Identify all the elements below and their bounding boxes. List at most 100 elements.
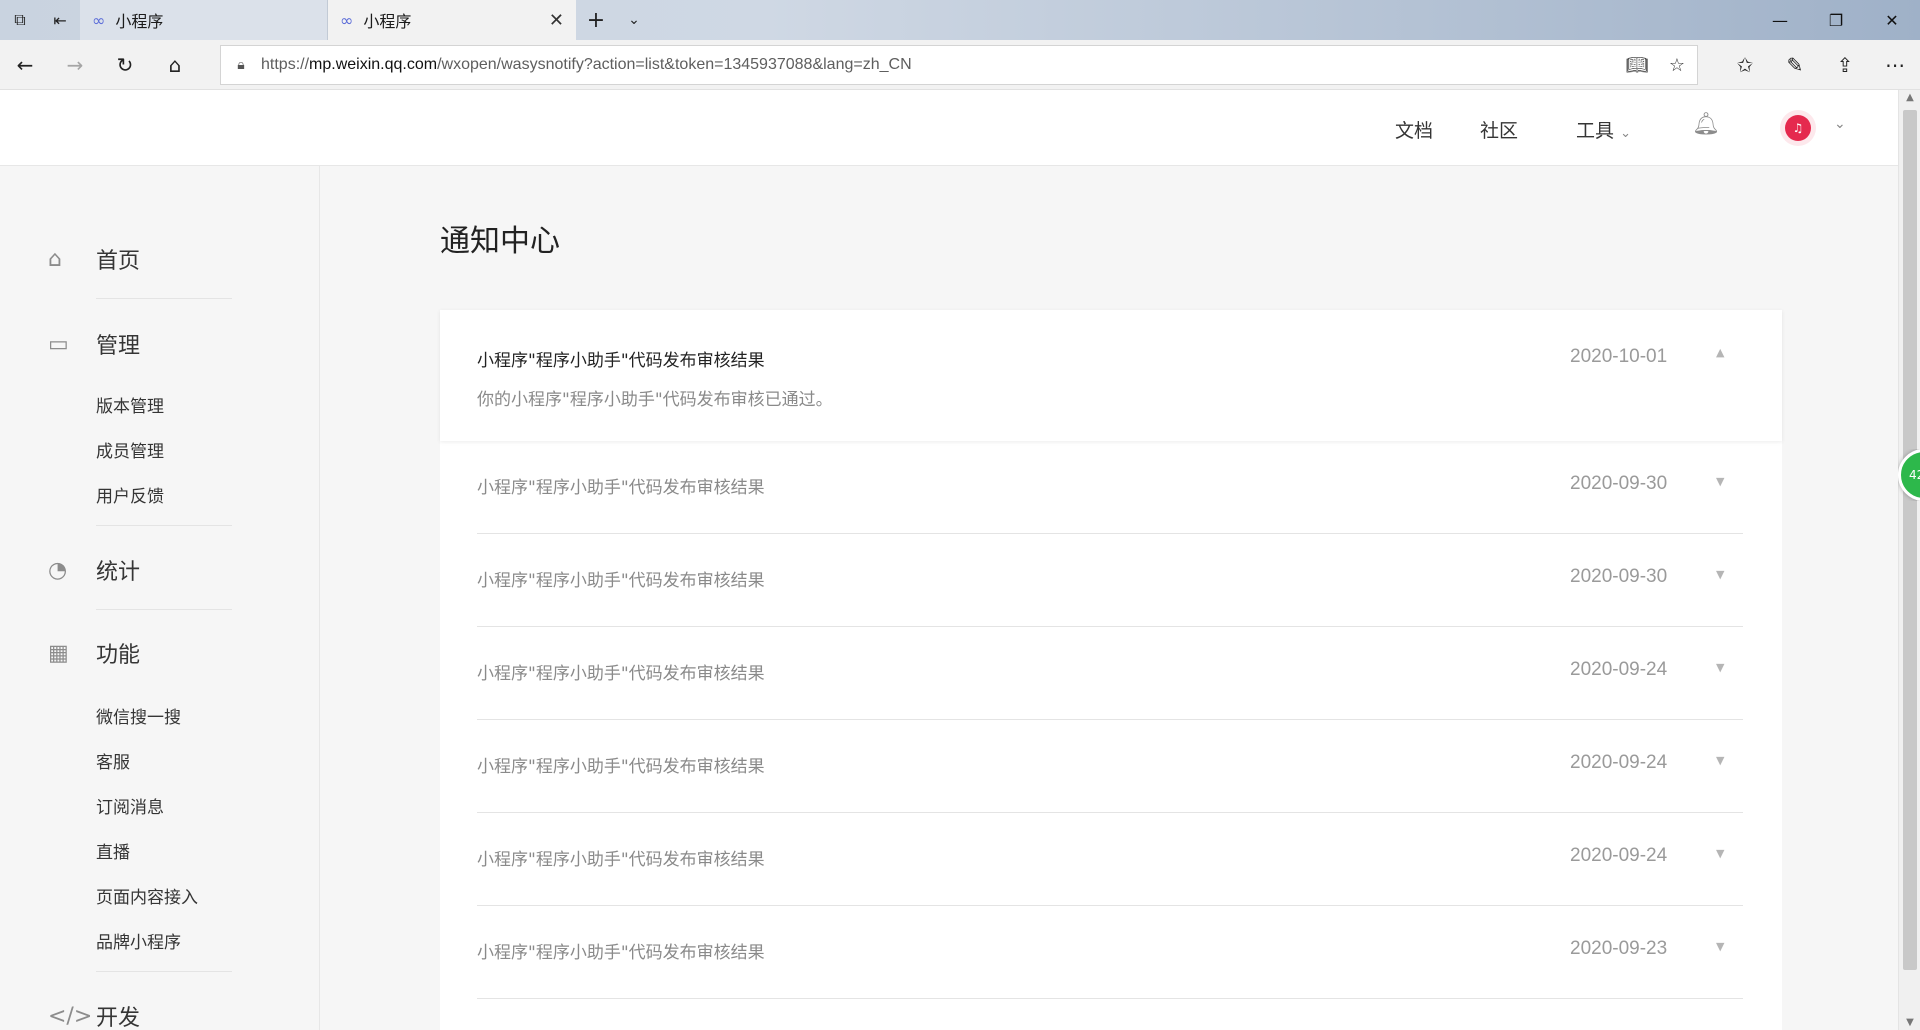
expand-caret-icon[interactable]: ▼	[1716, 940, 1724, 953]
divider	[96, 971, 232, 972]
notification-date: 2020-09-24	[1570, 659, 1668, 680]
divider	[96, 525, 232, 526]
list-item[interactable]: 小程序"程序小助手"代码发布审核结果 2020-09-30 ▼	[477, 534, 1743, 627]
page-scrollbar[interactable]: ▲ ▼	[1898, 90, 1920, 1030]
close-tab-icon[interactable]: ✕	[549, 10, 564, 31]
address-bar[interactable]: 🔒︎ https://mp.weixin.qq.com/wxopen/wasys…	[220, 45, 1698, 85]
grid-icon: ▦	[48, 640, 69, 666]
expand-caret-icon[interactable]: ▼	[1716, 661, 1724, 674]
expand-caret-icon[interactable]: ▼	[1716, 475, 1724, 488]
sidebar-subitem-live[interactable]: 直播	[96, 838, 130, 863]
site-header: 文档 社区 工具 ⌄ 🔔︎ ♫ ⌄	[0, 90, 1898, 166]
forward-button[interactable]: →	[50, 40, 100, 90]
sidebar: ⌂ 首页 ▭ 管理 版本管理 成员管理 用户反馈 ◔ 统计 ▦ 功能 微信搜一搜 客服 …	[0, 166, 320, 1030]
tools-menu[interactable]: 工具 ⌄	[1576, 116, 1631, 143]
sidebar-subitem-version[interactable]: 版本管理	[96, 392, 164, 417]
browser-tab-2[interactable]: ∞ 小程序 ✕	[328, 0, 576, 40]
more-icon[interactable]: ⋯	[1870, 40, 1920, 90]
pie-chart-icon: ◔	[48, 557, 68, 583]
tab-actions-icon[interactable]: ⧉	[0, 0, 40, 40]
notification-date: 2020-09-30	[1570, 473, 1668, 494]
notification-date: 2020-09-23	[1570, 938, 1668, 959]
divider	[96, 298, 232, 299]
close-window-button[interactable]: ✕	[1864, 0, 1920, 40]
floating-badge[interactable]: 42	[1898, 449, 1920, 501]
scrollbar-thumb[interactable]	[1903, 110, 1917, 970]
lock-icon[interactable]: 🔒︎	[221, 57, 261, 73]
minimize-button[interactable]: —	[1752, 0, 1808, 40]
avatar-logo-icon: ♫	[1785, 115, 1811, 141]
list-item[interactable]: 小程序"程序小助手"代码发布审核结果 2020-09-23 ▼	[477, 906, 1743, 999]
window-controls: — ❐ ✕	[1752, 0, 1920, 40]
home-button[interactable]: ⌂	[150, 40, 200, 90]
account-chevron-down-icon[interactable]: ⌄	[1834, 116, 1846, 132]
sidebar-subitem-search[interactable]: 微信搜一搜	[96, 703, 181, 728]
sidebar-item-stats[interactable]: ◔ 统计	[48, 554, 140, 586]
sidebar-item-label: 首页	[96, 249, 141, 274]
reading-view-icon[interactable]: 📖︎	[1617, 55, 1657, 76]
sidebar-item-dev[interactable]: </> 开发	[48, 1000, 140, 1030]
notification-title: 小程序"程序小助手"代码发布审核结果	[477, 757, 765, 777]
set-aside-tabs-icon[interactable]: ⇤	[40, 0, 80, 40]
share-icon[interactable]: ⇪	[1820, 40, 1870, 90]
home-icon: ⌂	[48, 246, 62, 272]
back-button[interactable]: ←	[0, 40, 50, 90]
refresh-button[interactable]: ↻	[100, 40, 150, 90]
tools-label: 工具	[1576, 120, 1615, 142]
list-item[interactable]: 小程序"程序小助手"代码发布审核结果 2020-09-30 ▼	[477, 441, 1743, 534]
browser-toolbar-right: ✩ ✎ ⇪ ⋯	[1720, 40, 1920, 90]
sidebar-subitem-members[interactable]: 成员管理	[96, 437, 164, 462]
chevron-down-icon: ⌄	[1620, 126, 1631, 141]
url-host: mp.weixin.qq.com	[309, 56, 438, 73]
browser-tab-1[interactable]: ∞ 小程序	[80, 0, 328, 40]
tab-list-chevron-icon[interactable]: ⌄	[616, 12, 652, 28]
sidebar-item-home[interactable]: ⌂ 首页	[48, 243, 140, 275]
notification-title: 小程序"程序小助手"代码发布审核结果	[477, 664, 765, 684]
notification-date: 2020-09-24	[1570, 845, 1668, 866]
community-link[interactable]: 社区	[1480, 116, 1518, 143]
page-title: 通知中心	[440, 224, 560, 259]
sidebar-item-label: 功能	[96, 643, 141, 668]
tab-title: 小程序	[363, 12, 412, 31]
sidebar-subitem-content[interactable]: 页面内容接入	[96, 883, 198, 908]
expand-caret-icon[interactable]: ▼	[1716, 754, 1724, 767]
scroll-down-icon[interactable]: ▼	[1899, 1017, 1920, 1028]
sidebar-subitem-feedback[interactable]: 用户反馈	[96, 482, 164, 507]
notification-expanded[interactable]: 小程序"程序小助手"代码发布审核结果 2020-10-01 ▲ 你的小程序"程序…	[440, 310, 1782, 441]
url-scheme: https://	[261, 56, 310, 73]
docs-link[interactable]: 文档	[1395, 116, 1433, 143]
badge-count: 42	[1898, 449, 1920, 501]
page: 文档 社区 工具 ⌄ 🔔︎ ♫ ⌄ ⌂ 首页 ▭ 管理 版本管理 成员管理 用户反馈…	[0, 90, 1898, 1030]
divider	[96, 609, 232, 610]
tab-title: 小程序	[115, 12, 164, 31]
sidebar-item-manage[interactable]: ▭ 管理	[48, 328, 140, 360]
code-icon: </>	[48, 1003, 93, 1029]
list-item[interactable]: 小程序"程序小助手"代码发布审核结果 2020-09-24 ▼	[477, 627, 1743, 720]
notification-date: 2020-09-24	[1570, 752, 1668, 773]
notification-date: 2020-09-30	[1570, 566, 1668, 587]
new-tab-button[interactable]: +	[576, 8, 616, 33]
scroll-up-icon[interactable]: ▲	[1899, 92, 1920, 103]
url-text[interactable]: https://mp.weixin.qq.com/wxopen/wasysnot…	[261, 56, 1617, 74]
favorite-star-icon[interactable]: ☆	[1657, 55, 1697, 76]
restore-button[interactable]: ❐	[1808, 0, 1864, 40]
list-item[interactable]: 小程序"程序小助手"代码发布审核结果 2020-09-24 ▼	[477, 720, 1743, 813]
notification-title: 小程序"程序小助手"代码发布审核结果	[477, 478, 765, 498]
favorites-icon[interactable]: ✩	[1720, 40, 1770, 90]
pen-notes-icon[interactable]: ✎	[1770, 40, 1820, 90]
sidebar-item-features[interactable]: ▦ 功能	[48, 637, 140, 669]
sidebar-item-label: 统计	[96, 560, 141, 585]
sidebar-subitem-subscribe[interactable]: 订阅消息	[96, 793, 164, 818]
avatar[interactable]: ♫	[1780, 110, 1816, 146]
expand-caret-icon[interactable]: ▼	[1716, 568, 1724, 581]
list-item[interactable]: 小程序"程序小助手"代码发布审核结果 2020-09-24 ▼	[477, 813, 1743, 906]
url-path: /wxopen/wasysnotify?action=list&token=13…	[437, 56, 912, 73]
bell-icon[interactable]: 🔔︎	[1692, 112, 1720, 137]
notification-title: 小程序"程序小助手"代码发布审核结果	[477, 850, 765, 870]
expand-caret-icon[interactable]: ▼	[1716, 847, 1724, 860]
sidebar-subitem-brand[interactable]: 品牌小程序	[96, 928, 181, 953]
browser-tab-bar: ⧉ ⇤ ∞ 小程序 ∞ 小程序 ✕ + ⌄ — ❐ ✕	[0, 0, 1920, 40]
sidebar-subitem-service[interactable]: 客服	[96, 748, 130, 773]
inbox-icon: ▭	[48, 331, 69, 357]
collapse-caret-icon[interactable]: ▲	[1716, 346, 1724, 359]
